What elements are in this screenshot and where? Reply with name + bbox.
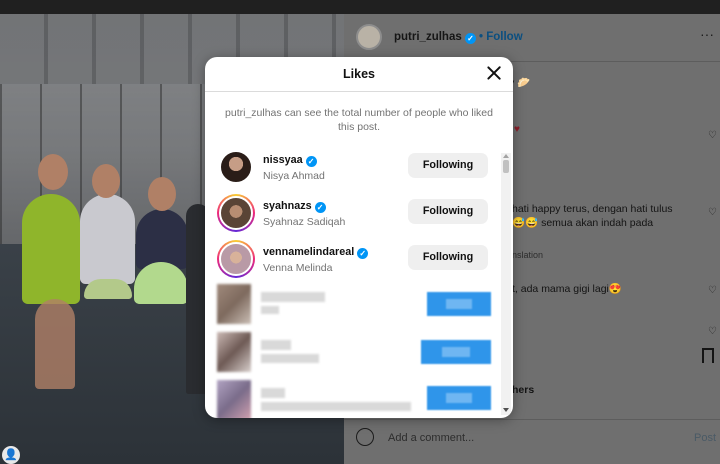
caption-fragment: hati happy terus, dengan hati tulus: [512, 203, 673, 215]
like-username-text[interactable]: nissyaa: [263, 154, 303, 166]
blurred-text: [261, 354, 319, 363]
following-button[interactable]: Following: [408, 245, 488, 270]
bookmark-icon[interactable]: [702, 348, 714, 363]
caption-fragment: t, ada mama gigi lagi😍: [512, 283, 622, 295]
more-options-icon[interactable]: ···: [700, 26, 714, 42]
likes-scrollbar[interactable]: [501, 153, 511, 415]
photo-person-head: [148, 177, 176, 211]
like-user-row-blurred[interactable]: [205, 284, 501, 328]
heart-icon[interactable]: ♡: [708, 285, 717, 296]
author-username-text[interactable]: putri_zulhas: [394, 31, 462, 43]
photo-person: [35, 299, 75, 389]
blurred-follow-button[interactable]: [421, 340, 491, 364]
like-username-text[interactable]: syahnazs: [263, 200, 312, 212]
like-username[interactable]: vennamelindareal ✓: [263, 246, 369, 259]
follow-button[interactable]: • Follow: [479, 31, 523, 43]
emoji-icon[interactable]: [356, 428, 374, 446]
author-avatar[interactable]: [356, 24, 382, 50]
caption-fragment: 😅😅 semua akan indah pada: [512, 217, 654, 229]
verified-badge-icon: ✓: [464, 33, 476, 44]
heart-icon[interactable]: ♥: [514, 124, 520, 135]
blurred-text: [261, 340, 291, 350]
scrollbar-thumb[interactable]: [503, 160, 509, 173]
user-avatar[interactable]: [217, 148, 255, 186]
like-fullname: Syahnaz Sadiqah: [263, 216, 346, 228]
instagram-post-viewer: 👤 putri_zulhas ✓ • Follow ··· y 🥟 ♥ ♡ ha…: [0, 0, 720, 464]
verified-badge-icon: ✓: [357, 248, 369, 259]
caption-fragment: nslation: [512, 250, 544, 260]
like-username[interactable]: syahnazs ✓: [263, 200, 326, 213]
scroll-up-arrow-icon[interactable]: [503, 154, 509, 158]
like-username[interactable]: nissyaa ✓: [263, 154, 317, 167]
verified-badge-icon: ✓: [305, 156, 317, 167]
blurred-text: [261, 388, 285, 398]
add-comment-input[interactable]: Add a comment...: [388, 432, 474, 444]
user-tag-icon[interactable]: 👤: [2, 446, 20, 464]
like-fullname: Venna Melinda: [263, 262, 333, 274]
photo-person: [136, 209, 188, 269]
user-avatar[interactable]: [217, 194, 255, 232]
like-user-row-blurred[interactable]: [205, 332, 501, 376]
like-user-row-blurred[interactable]: [205, 380, 501, 418]
photo-person-head: [92, 164, 120, 198]
author-username[interactable]: putri_zulhas ✓: [394, 31, 476, 44]
like-fullname: Nisya Ahmad: [263, 170, 325, 182]
like-user-row[interactable]: syahnazs ✓ Syahnaz Sadiqah Following: [205, 192, 501, 236]
likes-dialog: Likes putri_zulhas can see the total num…: [205, 57, 513, 418]
like-user-row[interactable]: vennamelindareal ✓ Venna Melinda Followi…: [205, 238, 501, 282]
likes-privacy-note: putri_zulhas can see the total number of…: [225, 107, 493, 133]
heart-icon[interactable]: ♡: [708, 130, 717, 141]
blurred-text: [261, 306, 279, 314]
blurred-follow-button[interactable]: [427, 292, 491, 316]
like-user-row[interactable]: nissyaa ✓ Nisya Ahmad Following: [205, 146, 501, 190]
caption-fragment: hers: [512, 384, 535, 396]
following-button[interactable]: Following: [408, 199, 488, 224]
likes-dialog-title: Likes: [343, 67, 375, 81]
photo-person: [80, 194, 135, 284]
carousel-dots: [160, 457, 174, 464]
following-button[interactable]: Following: [408, 153, 488, 178]
photo-person-head: [38, 154, 68, 190]
photo-person: [84, 279, 132, 299]
scroll-down-arrow-icon[interactable]: [503, 408, 509, 412]
blurred-text: [261, 292, 325, 302]
photo-person: [22, 194, 80, 304]
verified-badge-icon: ✓: [314, 202, 326, 213]
follow-separator: •: [479, 31, 484, 43]
blurred-avatar: [217, 284, 251, 324]
follow-label[interactable]: Follow: [486, 31, 522, 43]
heart-icon[interactable]: ♡: [708, 207, 717, 218]
like-username-text[interactable]: vennamelindareal: [263, 246, 354, 258]
post-comment-button[interactable]: Post: [694, 432, 716, 444]
blurred-avatar: [217, 332, 251, 372]
blurred-avatar: [217, 380, 251, 418]
user-avatar[interactable]: [217, 240, 255, 278]
blurred-text: [261, 402, 411, 411]
heart-icon[interactable]: ♡: [708, 326, 717, 337]
blurred-follow-button[interactable]: [427, 386, 491, 410]
close-icon[interactable]: [484, 63, 504, 83]
